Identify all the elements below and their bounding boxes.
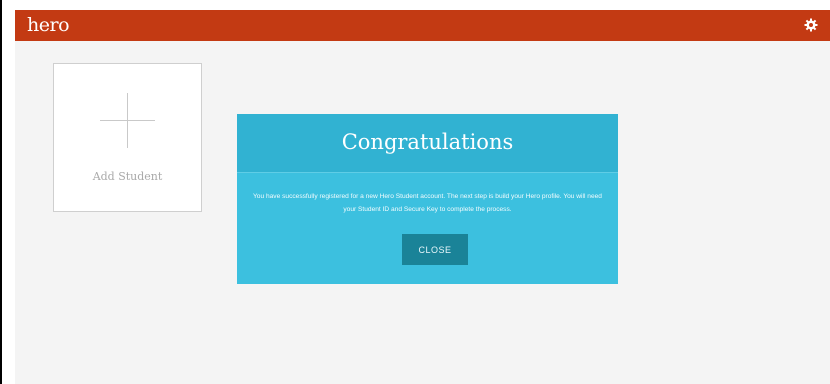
plus-icon-bar: [100, 120, 155, 121]
modal-message: You have successfully registered for a n…: [253, 193, 602, 213]
top-bar: hero: [15, 10, 830, 41]
app-container: hero Add Student Congratulations You hav…: [15, 10, 830, 384]
modal-header: Congratulations: [237, 114, 618, 173]
add-student-card[interactable]: Add Student: [53, 63, 202, 212]
congratulations-modal: Congratulations You have successfully re…: [237, 114, 618, 284]
close-button[interactable]: CLOSE: [402, 234, 468, 265]
gear-icon[interactable]: [803, 17, 819, 33]
window-frame: hero Add Student Congratulations You hav…: [2, 0, 830, 384]
hero-logo[interactable]: hero: [27, 14, 70, 36]
add-student-label: Add Student: [92, 170, 163, 183]
modal-title: Congratulations: [341, 130, 514, 154]
